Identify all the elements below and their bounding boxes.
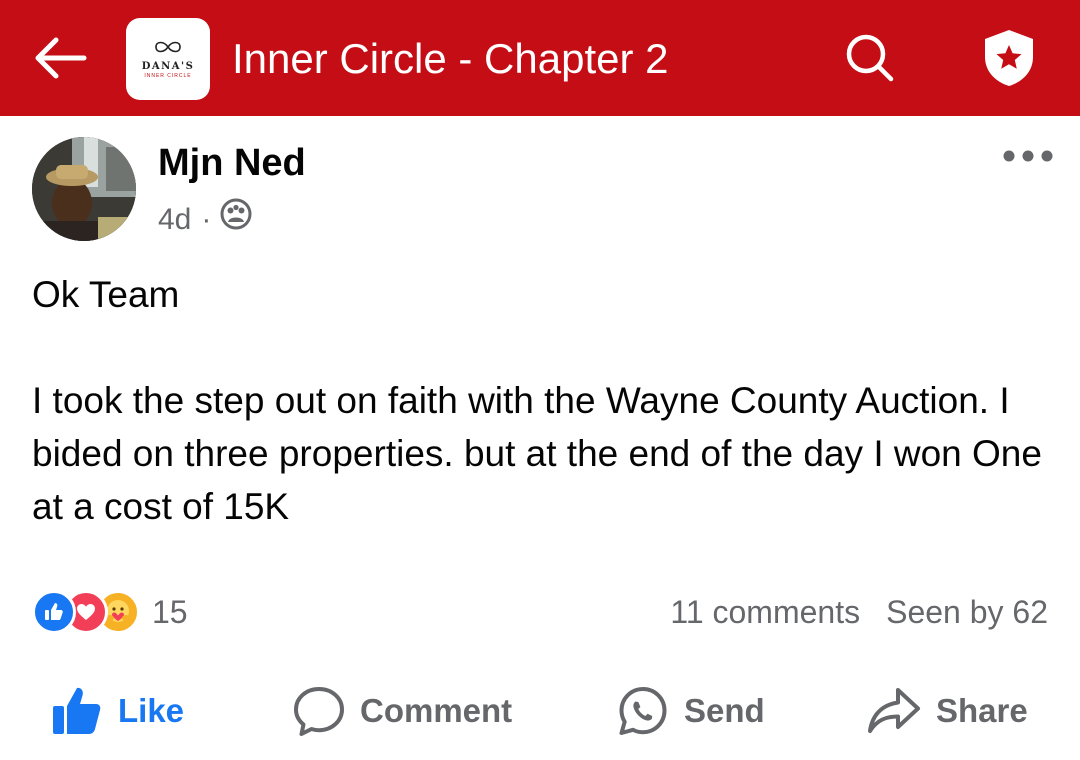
send-button[interactable]: Send: [616, 680, 765, 742]
author-avatar[interactable]: [32, 137, 136, 241]
thumbs-up-icon: [50, 684, 104, 738]
group-header-bar: DANA'S INNER CIRCLE Inner Circle - Chapt…: [0, 0, 1080, 116]
comment-button[interactable]: Comment: [292, 680, 512, 742]
post-meta: 4d ·: [158, 197, 253, 242]
meta-separator: ·: [201, 202, 212, 236]
share-label: Share: [936, 692, 1028, 729]
reactions-summary[interactable]: 15: [32, 590, 188, 634]
post-action-bar: Like Comment Send Share: [0, 680, 1080, 742]
reaction-count: 15: [152, 593, 188, 630]
comment-bubble-icon: [292, 684, 346, 738]
search-button[interactable]: [838, 30, 902, 90]
like-button[interactable]: Like: [50, 680, 184, 742]
logo-subtitle-text: INNER CIRCLE: [144, 72, 192, 79]
search-icon: [844, 32, 896, 89]
share-arrow-icon: [866, 684, 922, 738]
arrow-left-icon: [32, 36, 88, 85]
comments-count[interactable]: 11 comments: [670, 594, 860, 631]
comment-label: Comment: [360, 692, 513, 729]
post-time[interactable]: 4d: [158, 200, 191, 240]
infinity-icon: [151, 40, 185, 59]
post-paragraph: I took the step out on faith with the Wa…: [32, 380, 1042, 527]
admin-tools-button[interactable]: [976, 28, 1042, 92]
send-label: Send: [684, 692, 765, 729]
seen-by-count[interactable]: Seen by 62: [886, 594, 1048, 631]
post-stats: 11 comments Seen by 62: [670, 590, 1048, 634]
like-label: Like: [118, 692, 185, 729]
like-reaction-icon: [32, 590, 76, 634]
group-logo[interactable]: DANA'S INNER CIRCLE: [126, 18, 210, 100]
post-paragraph: Ok Team: [32, 274, 180, 315]
admin-shield-star-icon: [980, 27, 1038, 94]
back-button[interactable]: [28, 30, 92, 90]
author-name[interactable]: Mjn Ned: [158, 140, 306, 186]
group-audience-icon[interactable]: [219, 197, 253, 242]
share-button[interactable]: Share: [866, 680, 1028, 742]
more-horizontal-icon: [1002, 149, 1054, 168]
group-title[interactable]: Inner Circle - Chapter 2: [232, 34, 669, 84]
logo-brand-text: DANA'S: [141, 60, 195, 72]
post-body: Ok Team I took the step out on faith wit…: [32, 268, 1052, 533]
whatsapp-icon: [616, 684, 670, 738]
post-options-button[interactable]: [998, 140, 1058, 176]
